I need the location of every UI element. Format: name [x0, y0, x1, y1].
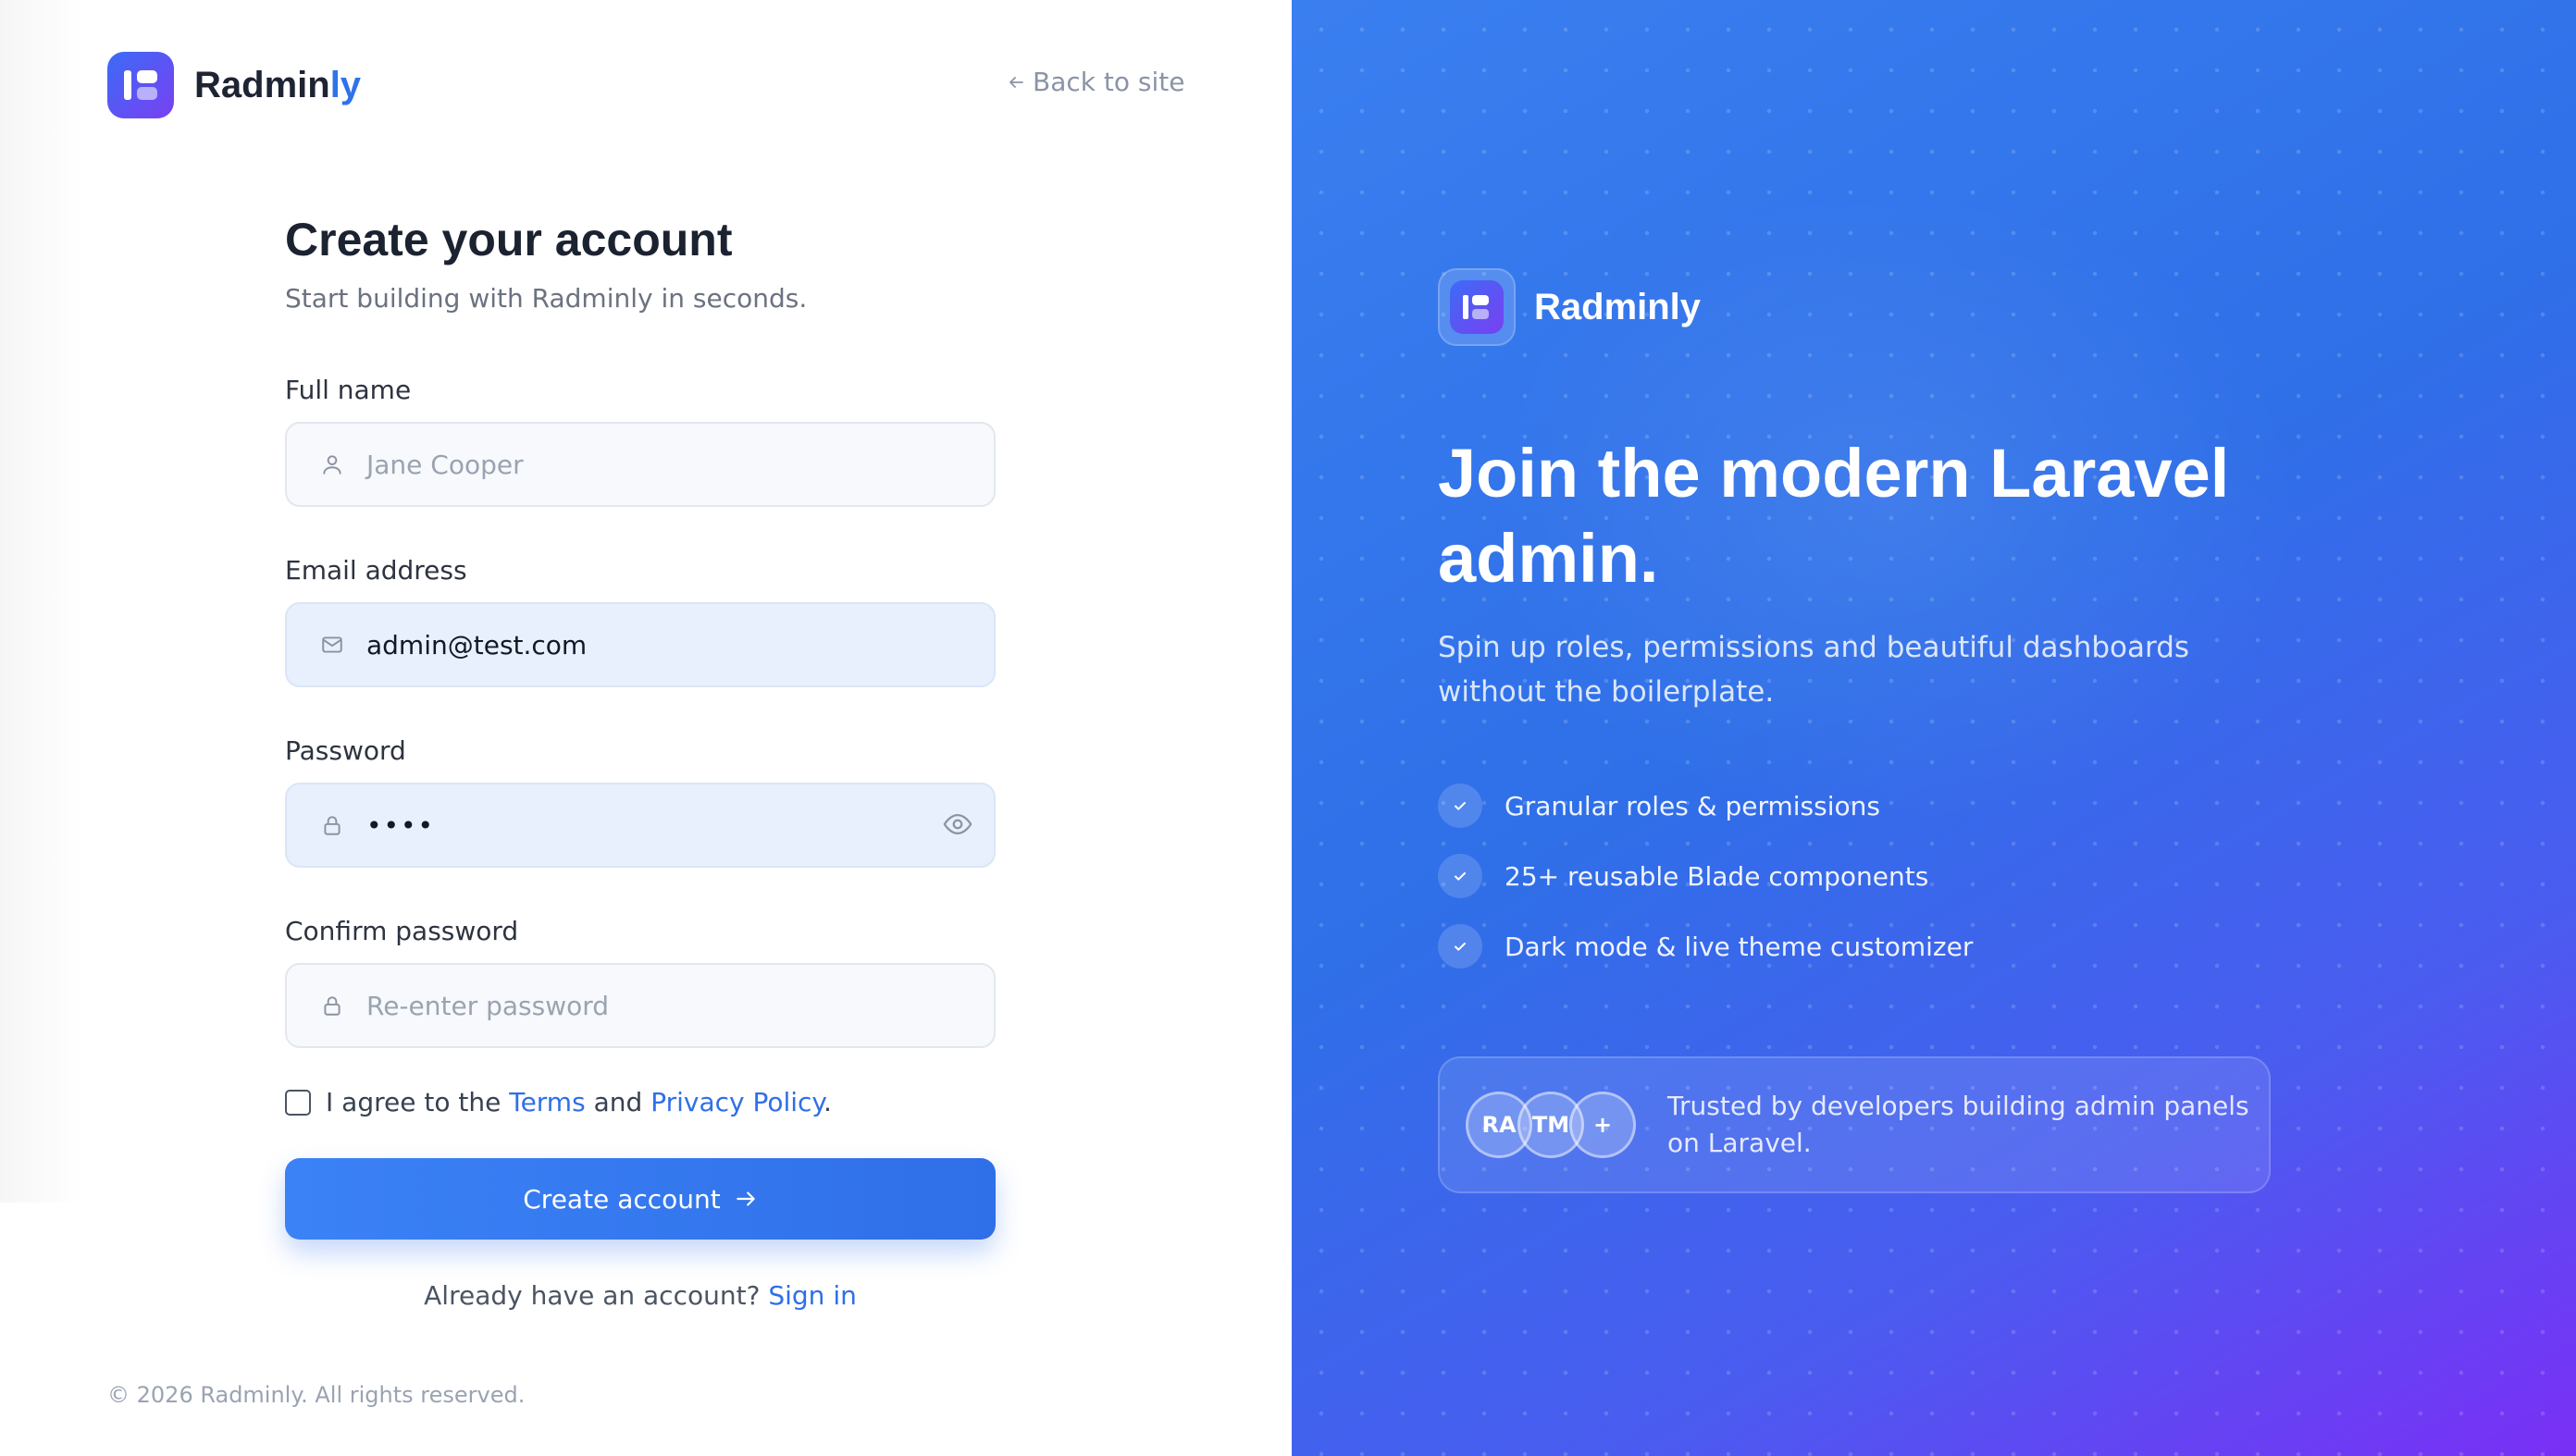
feature-list: Granular roles & permissions 25+ reusabl… — [1438, 783, 1973, 993]
create-account-button[interactable]: Create account — [285, 1158, 996, 1240]
full-name-placeholder: Jane Cooper — [366, 449, 524, 480]
user-icon — [315, 452, 350, 476]
trust-text: Trusted by developers building admin pan… — [1667, 1091, 2249, 1158]
back-to-site-link[interactable]: Back to site — [1007, 67, 1184, 97]
password-field[interactable]: •••• — [285, 783, 996, 868]
terms-link[interactable]: Terms — [509, 1087, 585, 1117]
copyright: © 2026 Radminly. All rights reserved. — [107, 1382, 526, 1408]
confirm-password-label: Confirm password — [285, 916, 519, 946]
email-label: Email address — [285, 555, 467, 586]
arrow-right-icon — [737, 1191, 755, 1206]
logo-icon — [107, 52, 174, 118]
signup-panel: Radminly Back to site Create your accoun… — [0, 0, 1292, 1456]
confirm-password-input[interactable]: Re-enter password — [285, 963, 996, 1048]
terms-checkbox[interactable] — [285, 1089, 311, 1116]
signin-link[interactable]: Sign in — [768, 1280, 857, 1311]
feature-label: Granular roles & permissions — [1505, 790, 1880, 821]
terms-text: I agree to the Terms and Privacy Policy. — [326, 1087, 832, 1117]
email-field[interactable]: admin@test.com — [285, 602, 996, 687]
logo-icon — [1438, 268, 1516, 346]
promo-panel: Radminly Join the modern Laravel admin. … — [1292, 0, 2576, 1456]
check-icon — [1438, 924, 1482, 969]
email-value: admin@test.com — [366, 629, 588, 660]
check-icon — [1438, 784, 1482, 828]
promo-brand: Radminly — [1438, 268, 1701, 346]
password-value: •••• — [366, 809, 436, 841]
password-group: Password •••• — [285, 735, 996, 868]
terms-agreement: I agree to the Terms and Privacy Policy. — [285, 1087, 996, 1117]
promo-headline: Join the modern Laravel admin. — [1438, 435, 2230, 597]
signin-prompt: Already have an account? Sign in — [424, 1280, 857, 1311]
mail-icon — [315, 633, 350, 657]
signup-form: Create your account Start building with … — [285, 213, 996, 1311]
page-title: Create your account — [285, 214, 733, 265]
feature-label: Dark mode & live theme customizer — [1505, 931, 1974, 962]
feature-item: 25+ reusable Blade components — [1438, 853, 1973, 899]
full-name-input[interactable]: Jane Cooper — [285, 422, 996, 507]
brand-name: Radminly — [194, 64, 362, 105]
privacy-policy-link[interactable]: Privacy Policy — [650, 1087, 824, 1117]
promo-brand-name: Radminly — [1534, 286, 1702, 327]
password-label: Password — [285, 735, 406, 766]
trust-card: RA TM + Trusted by developers building a… — [1438, 1056, 2271, 1193]
avatar-stack: RA TM + — [1466, 1092, 1636, 1158]
lock-icon — [315, 813, 350, 837]
feature-label: 25+ reusable Blade components — [1505, 860, 1929, 892]
email-group: Email address admin@test.com — [285, 555, 996, 687]
avatar-more: + — [1569, 1092, 1636, 1158]
promo-lead: Spin up roles, permissions and beautiful… — [1438, 631, 2190, 709]
full-name-label: Full name — [285, 375, 412, 405]
arrow-left-icon — [1009, 76, 1023, 88]
brand[interactable]: Radminly — [107, 52, 361, 118]
feature-item: Dark mode & live theme customizer — [1438, 923, 1973, 969]
confirm-password-group: Confirm password Re-enter password — [285, 916, 996, 1048]
back-to-site-label: Back to site — [1033, 67, 1185, 97]
lock-icon — [315, 993, 350, 1018]
confirm-password-placeholder: Re-enter password — [366, 990, 610, 1021]
check-icon — [1438, 854, 1482, 898]
eye-icon[interactable] — [942, 808, 973, 844]
page-subtitle: Start building with Radminly in seconds. — [285, 283, 808, 314]
full-name-group: Full name Jane Cooper — [285, 375, 996, 507]
edge-shadow — [0, 0, 83, 1203]
feature-item: Granular roles & permissions — [1438, 783, 1973, 829]
create-account-label: Create account — [523, 1183, 721, 1215]
